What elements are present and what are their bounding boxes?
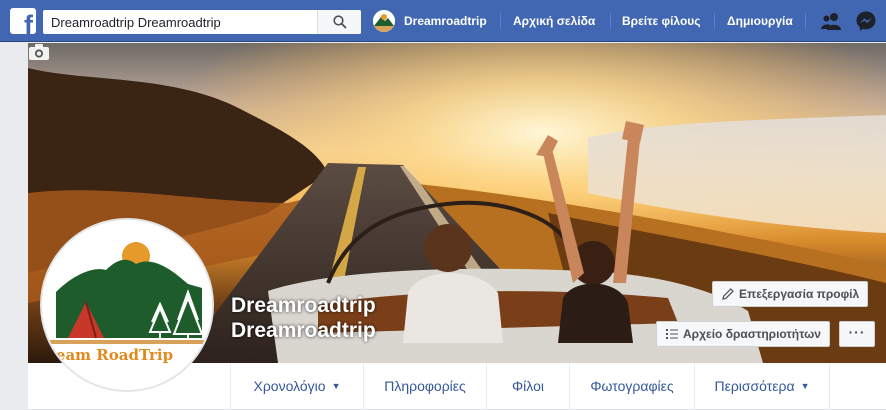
profile-logo-image — [42, 220, 212, 390]
tab-friends-label: Φίλοι — [512, 378, 544, 394]
search-box[interactable]: Dreamroadtrip Dreamroadtrip — [43, 10, 361, 34]
messenger-icon[interactable] — [855, 10, 877, 32]
friend-requests-icon[interactable] — [820, 10, 842, 32]
nav-divider — [500, 13, 501, 29]
edit-profile-label: Επεξεργασία προφίλ — [739, 287, 860, 301]
facebook-logo[interactable]: f — [10, 8, 36, 34]
tab-timeline-label: Χρονολόγιο — [253, 378, 326, 394]
profile-name[interactable]: Dreamroadtrip Dreamroadtrip — [231, 293, 376, 343]
pencil-icon — [722, 288, 734, 300]
search-input[interactable]: Dreamroadtrip Dreamroadtrip — [51, 15, 221, 30]
tab-friends[interactable]: Φίλοι — [486, 363, 569, 409]
nav-divider — [610, 13, 611, 29]
profile-header: Dreamroadtrip Dreamroadtrip Επεξεργασία … — [28, 43, 886, 410]
activity-log-label: Αρχείο δραστηριοτήτων — [683, 327, 821, 341]
tab-about-label: Πληροφορίες — [384, 378, 466, 394]
tab-timeline[interactable]: Χρονολόγιο ▼ — [230, 363, 363, 409]
tab-photos-label: Φωτογραφίες — [590, 378, 674, 394]
list-icon — [666, 329, 678, 339]
tab-about[interactable]: Πληροφορίες — [363, 363, 486, 409]
search-button[interactable] — [317, 10, 361, 34]
nav-find-friends-link[interactable]: Βρείτε φίλους — [622, 14, 701, 28]
nav-create-link[interactable]: Δημιουργία — [727, 14, 793, 28]
chevron-down-icon: ▼ — [800, 381, 810, 391]
camera-icon[interactable] — [28, 43, 50, 61]
tab-photos[interactable]: Φωτογραφίες — [569, 363, 694, 409]
nav-profile-name[interactable]: Dreamroadtrip — [404, 14, 487, 28]
nav-divider — [714, 13, 715, 29]
facebook-logo-letter: f — [24, 10, 33, 35]
profile-picture[interactable]: ream RoadTrip — [40, 218, 214, 392]
search-icon — [333, 15, 347, 29]
chevron-down-icon: ▼ — [331, 381, 341, 391]
top-navigation-bar: f Dreamroadtrip Dreamroadtrip Dreamroadt… — [0, 0, 886, 42]
nav-avatar — [373, 10, 395, 32]
edit-profile-button[interactable]: Επεξεργασία προφίλ — [712, 281, 869, 307]
profile-name-line-2: Dreamroadtrip — [231, 319, 376, 342]
nav-divider — [805, 13, 806, 29]
nav-home-link[interactable]: Αρχική σελίδα — [513, 14, 595, 28]
tab-more-label: Περισσότερα — [714, 378, 795, 394]
avatar-brand-text: ream RoadTrip — [48, 346, 174, 364]
more-options-button[interactable]: ··· — [839, 321, 875, 347]
tab-more[interactable]: Περισσότερα ▼ — [694, 363, 830, 409]
profile-name-line-1: Dreamroadtrip — [231, 294, 376, 317]
activity-log-button[interactable]: Αρχείο δραστηριοτήτων — [656, 321, 830, 347]
